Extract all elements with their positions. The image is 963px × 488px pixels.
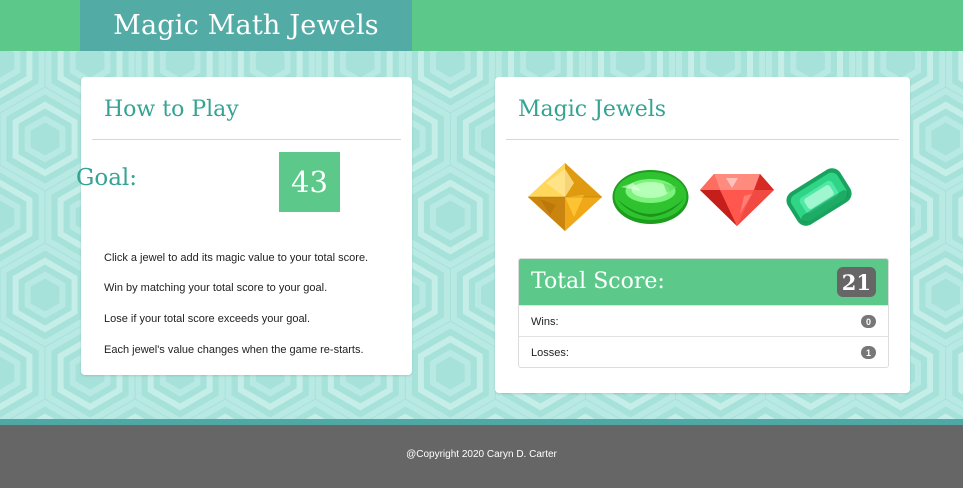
green-jewel-button[interactable] [611, 169, 690, 225]
hexagon-shape [913, 101, 963, 177]
hexagon-shape [430, 51, 471, 85]
wins-row: Wins: 0 [519, 305, 888, 337]
total-score-label: Total Score: [531, 269, 665, 294]
losses-count-badge: 1 [861, 346, 876, 359]
red-jewel-button[interactable] [698, 170, 776, 228]
score-card: Total Score: 21 Wins: 0 Losses: 1 [518, 258, 889, 368]
hexagon-shape [24, 271, 66, 319]
rule-text: Lose if your total score exceeds your go… [104, 313, 311, 325]
hexagon-shape [417, 335, 483, 411]
hexagon-shape [901, 87, 963, 191]
panel-divider [92, 139, 401, 140]
hexagon-shape [417, 179, 483, 255]
magic-jewels-title: Magic Jewels [518, 97, 667, 122]
copyright-text: @Copyright 2020 Caryn D. Carter [406, 449, 557, 460]
rule-text: Win by matching your total score to your… [104, 282, 328, 294]
emerald-jewel-button[interactable] [782, 164, 856, 230]
red-jewel-icon [700, 174, 774, 226]
losses-label: Losses: [531, 347, 569, 359]
wins-label: Wins: [531, 316, 559, 328]
emerald-jewel-icon [786, 168, 852, 226]
yellow-jewel-button[interactable] [526, 161, 604, 233]
yellow-jewel-icon [528, 163, 602, 231]
hexagon-shape [913, 257, 963, 333]
hexagon-shape [24, 115, 66, 163]
rule-text: Click a jewel to add its magic value to … [104, 252, 369, 264]
brand-banner: Magic Math Jewels [80, 0, 412, 51]
total-score-header: Total Score: 21 [519, 259, 888, 305]
hexagon-shape [430, 349, 471, 397]
panel-divider [506, 139, 899, 140]
hexagon-shape [925, 271, 963, 319]
wins-count-badge: 0 [861, 315, 876, 328]
total-score-badge: 21 [836, 267, 876, 297]
goal-value: 43 [279, 152, 340, 212]
hexagon-shape [0, 193, 21, 241]
app-title: Magic Math Jewels [113, 10, 379, 41]
green-jewel-icon [612, 170, 689, 224]
hexagon-shape [901, 243, 963, 347]
how-to-play-panel: How to Play [81, 77, 412, 375]
how-to-play-title: How to Play [104, 97, 239, 122]
hexagon-shape [0, 51, 21, 85]
hexagon-shape [925, 115, 963, 163]
hexagon-shape [0, 349, 21, 397]
hexagon-shape [430, 193, 471, 241]
footer: @Copyright 2020 Caryn D. Carter [0, 425, 963, 488]
goal-label: Goal: [76, 165, 138, 191]
losses-row: Losses: 1 [519, 336, 888, 367]
rule-text: Each jewel's value changes when the game… [104, 344, 364, 356]
hexagon-shape [12, 257, 78, 333]
hexagon-shape [12, 101, 78, 177]
hexagon-shape [417, 51, 483, 99]
